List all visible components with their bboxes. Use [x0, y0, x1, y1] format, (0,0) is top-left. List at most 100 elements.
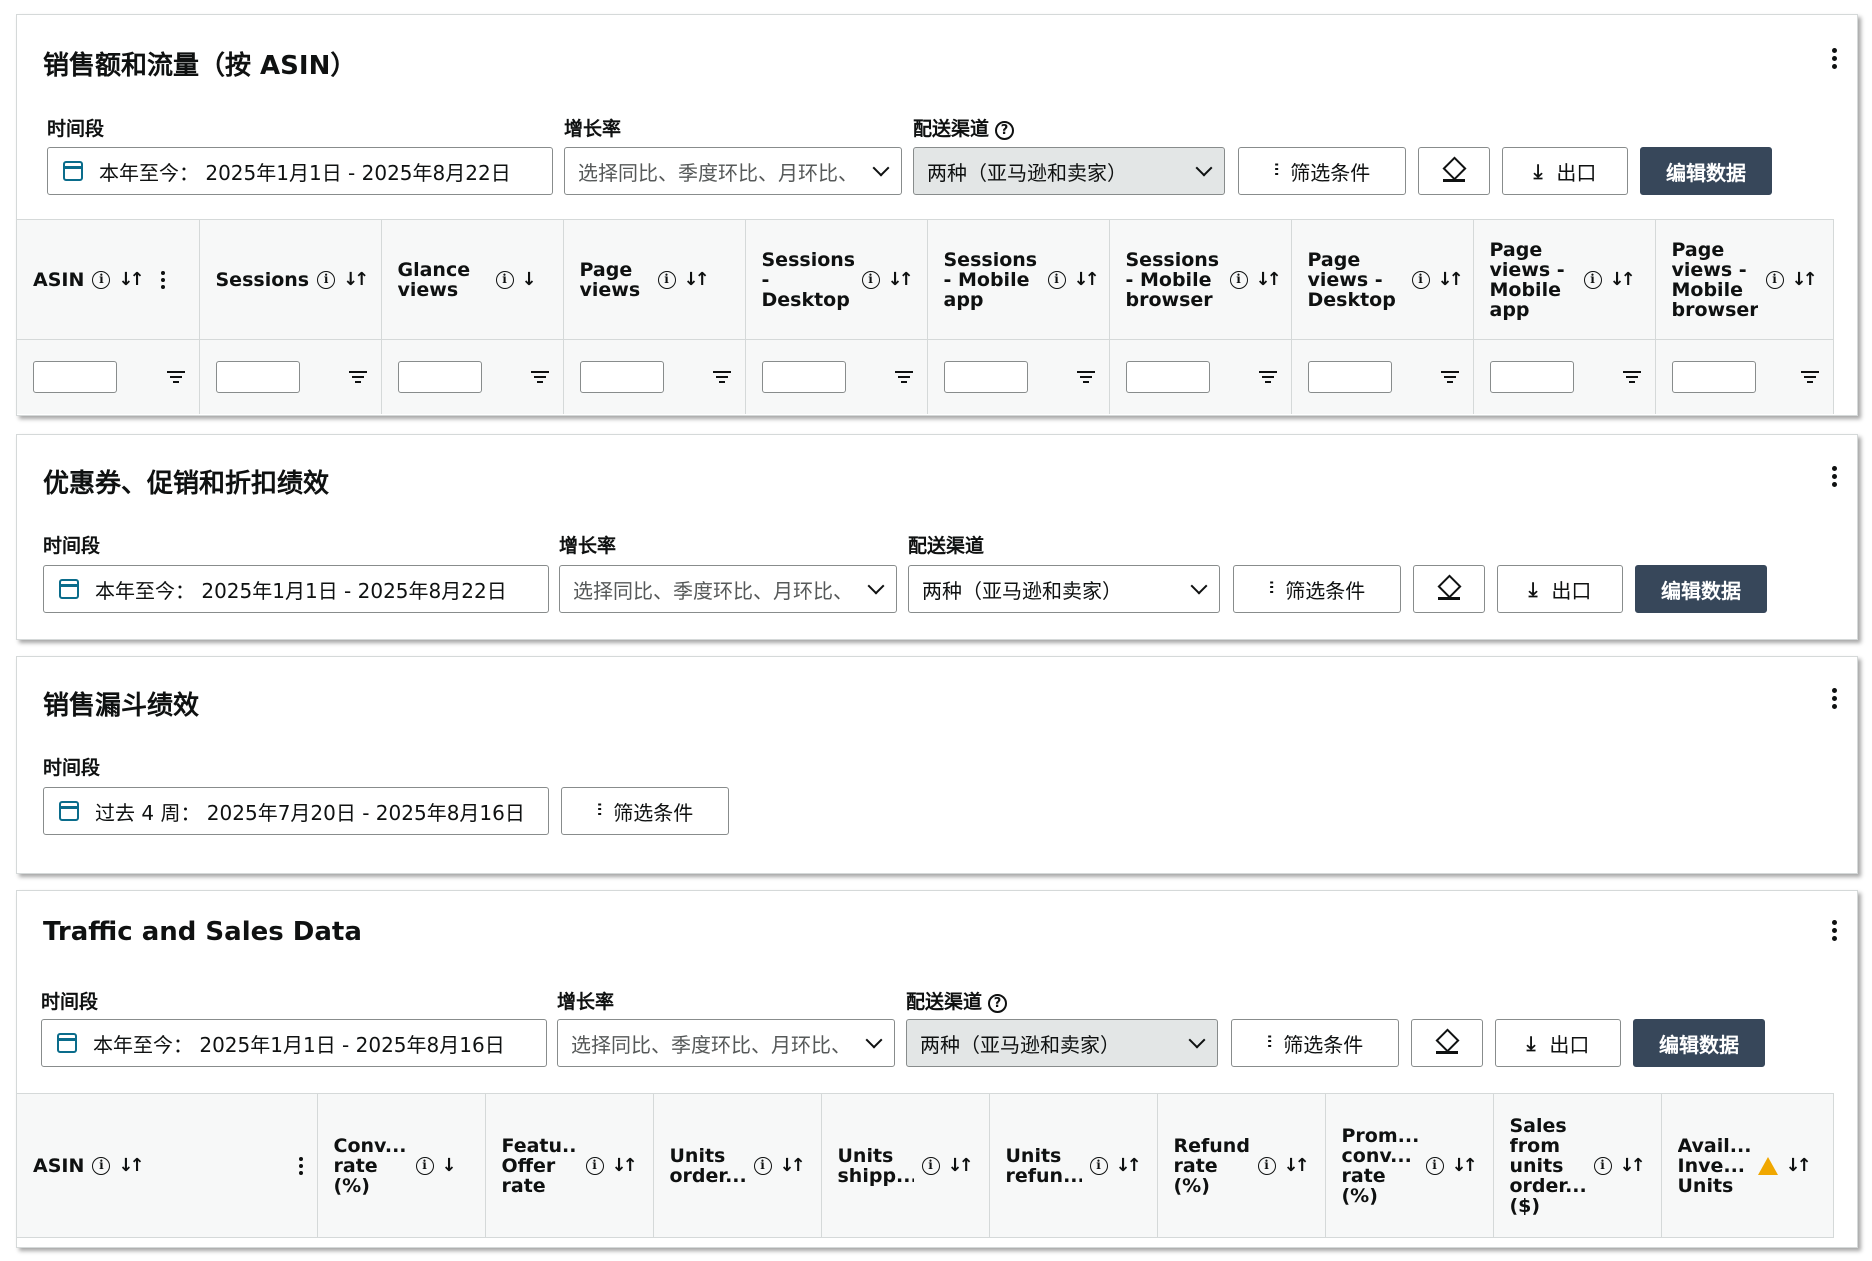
edit-data-button[interactable]: 编辑数据 — [1640, 147, 1772, 195]
column-filter-input[interactable] — [397, 360, 482, 393]
sort-icon[interactable]: ↓↑ — [1792, 269, 1818, 290]
column-filter-input[interactable] — [1307, 360, 1392, 393]
column-header-page-views[interactable]: Page views i ↓↑ — [563, 219, 746, 340]
filter-button[interactable]: ⫶⫶ 筛选条件 — [1233, 565, 1401, 613]
more-vertical-icon[interactable] — [298, 1154, 305, 1178]
funnel-icon[interactable] — [1800, 370, 1819, 383]
more-vertical-icon[interactable] — [160, 268, 167, 292]
column-header-sessions-mobile-app[interactable]: Sessions - Mobile app i ↓↑ — [927, 219, 1110, 340]
info-icon[interactable]: i — [92, 270, 111, 289]
funnel-icon[interactable] — [712, 370, 731, 383]
column-filter-input[interactable] — [1125, 360, 1210, 393]
info-icon[interactable]: i — [1411, 270, 1430, 289]
column-header-featured-offer-rate[interactable]: Featu... Offer rate i ↓↑ — [485, 1093, 654, 1238]
funnel-icon[interactable] — [1440, 370, 1459, 383]
column-header-refund-rate[interactable]: Refund rate (%) i ↓↑ — [1157, 1093, 1326, 1238]
warning-icon[interactable] — [1757, 1156, 1778, 1175]
column-header-glance-views[interactable]: Glance views i ↓ — [381, 219, 564, 340]
sort-icon[interactable]: ↓↑ — [1438, 269, 1464, 290]
info-icon[interactable]: i — [1765, 270, 1784, 289]
date-range-picker[interactable]: 本年至今： 2025年1月1日 - 2025年8月16日 — [41, 1019, 547, 1067]
sort-icon[interactable]: ↓↑ — [612, 1155, 638, 1176]
format-button[interactable] — [1413, 565, 1485, 613]
column-header-conversion-rate[interactable]: Conv... rate (%) i ↓ — [317, 1093, 486, 1238]
date-range-picker[interactable]: 过去 4 周： 2025年7月20日 - 2025年8月16日 — [43, 787, 549, 835]
column-header-units-shipped[interactable]: Units shipp... i ↓↑ — [821, 1093, 990, 1238]
sort-icon[interactable]: ↓↑ — [684, 269, 710, 290]
info-icon[interactable]: i — [657, 270, 676, 289]
column-filter-input[interactable] — [1671, 360, 1756, 393]
column-filter-input[interactable] — [33, 360, 117, 393]
filter-button[interactable]: ⫶⫶ 筛选条件 — [561, 787, 729, 835]
column-header-page-views-desktop[interactable]: Page views - Desktop i ↓↑ — [1291, 219, 1474, 340]
sort-desc-icon[interactable]: ↓ — [442, 1155, 457, 1176]
sort-icon[interactable]: ↓↑ — [948, 1155, 974, 1176]
sort-icon[interactable]: ↓↑ — [1074, 269, 1100, 290]
info-icon[interactable]: i — [92, 1156, 111, 1175]
info-icon[interactable]: i — [1257, 1156, 1276, 1175]
more-vertical-icon[interactable] — [1829, 685, 1839, 715]
column-filter-input[interactable] — [943, 360, 1028, 393]
column-header-sessions-mobile-browser[interactable]: Sessions - Mobile browser i ↓↑ — [1109, 219, 1292, 340]
column-header-asin[interactable]: ASIN i ↓↑ — [17, 1093, 318, 1238]
info-icon[interactable]: i — [585, 1156, 604, 1175]
info-icon[interactable]: i — [861, 270, 880, 289]
column-header-page-views-mobile-app[interactable]: Page views - Mobile app i ↓↑ — [1473, 219, 1656, 340]
sort-icon[interactable]: ↓↑ — [1620, 1155, 1646, 1176]
export-button[interactable]: ⤓ 出口 — [1497, 565, 1623, 613]
column-header-page-views-mobile-browser[interactable]: Page views - Mobile browser i ↓↑ — [1655, 219, 1834, 340]
column-header-units-ordered[interactable]: Units order... i ↓↑ — [653, 1093, 822, 1238]
sort-icon[interactable]: ↓↑ — [1116, 1155, 1142, 1176]
edit-data-button[interactable]: 编辑数据 — [1633, 1019, 1765, 1067]
edit-data-button[interactable]: 编辑数据 — [1635, 565, 1767, 613]
funnel-icon[interactable] — [1258, 370, 1277, 383]
growth-rate-select[interactable]: 选择同比、季度环比、月环比、 — [564, 147, 902, 195]
sort-icon[interactable]: ↓↑ — [1256, 269, 1282, 290]
sort-icon[interactable]: ↓↑ — [1452, 1155, 1478, 1176]
sort-icon[interactable]: ↓↑ — [1284, 1155, 1310, 1176]
date-range-picker[interactable]: 本年至今： 2025年1月1日 - 2025年8月22日 — [47, 147, 553, 195]
fulfillment-channel-select[interactable]: 两种（亚马逊和卖家） — [913, 147, 1225, 195]
help-icon[interactable]: ? — [995, 121, 1015, 140]
column-filter-input[interactable] — [1489, 360, 1574, 393]
fulfillment-channel-select[interactable]: 两种（亚马逊和卖家） — [906, 1019, 1218, 1067]
info-icon[interactable]: i — [1229, 270, 1248, 289]
funnel-icon[interactable] — [530, 370, 549, 383]
help-icon[interactable]: ? — [988, 994, 1008, 1013]
fulfillment-channel-select[interactable]: 两种（亚马逊和卖家） — [908, 565, 1220, 613]
column-filter-input[interactable] — [761, 360, 846, 393]
sort-icon[interactable]: ↓↑ — [780, 1155, 806, 1176]
column-header-sessions[interactable]: Sessions i ↓↑ — [199, 219, 382, 340]
funnel-icon[interactable] — [1076, 370, 1095, 383]
column-header-sales-units-ordered[interactable]: Sales from units order... ($) i ↓↑ — [1493, 1093, 1662, 1238]
info-icon[interactable]: i — [1583, 270, 1602, 289]
info-icon[interactable]: i — [1089, 1156, 1108, 1175]
funnel-icon[interactable] — [894, 370, 913, 383]
info-icon[interactable]: i — [921, 1156, 940, 1175]
info-icon[interactable]: i — [753, 1156, 772, 1175]
sort-icon[interactable]: ↓↑ — [118, 269, 144, 290]
info-icon[interactable]: i — [1425, 1156, 1444, 1175]
funnel-icon[interactable] — [348, 370, 367, 383]
sort-icon[interactable]: ↓↑ — [888, 269, 914, 290]
export-button[interactable]: ⤓ 出口 — [1502, 147, 1628, 195]
date-range-picker[interactable]: 本年至今： 2025年1月1日 - 2025年8月22日 — [43, 565, 549, 613]
more-vertical-icon[interactable] — [1829, 463, 1839, 493]
info-icon[interactable]: i — [495, 270, 514, 289]
more-vertical-icon[interactable] — [1829, 917, 1839, 947]
info-icon[interactable]: i — [415, 1156, 434, 1175]
filter-button[interactable]: ⫶⫶ 筛选条件 — [1238, 147, 1406, 195]
growth-rate-select[interactable]: 选择同比、季度环比、月环比、 — [557, 1019, 895, 1067]
column-filter-input[interactable] — [579, 360, 664, 393]
info-icon[interactable]: i — [1047, 270, 1066, 289]
sort-icon[interactable]: ↓↑ — [1786, 1155, 1812, 1176]
column-header-asin[interactable]: ASIN i ↓↑ — [17, 219, 200, 340]
sort-icon[interactable]: ↓↑ — [118, 1155, 144, 1176]
info-icon[interactable]: i — [1593, 1156, 1612, 1175]
format-button[interactable] — [1411, 1019, 1483, 1067]
info-icon[interactable]: i — [317, 270, 336, 289]
column-filter-input[interactable] — [215, 360, 300, 393]
more-vertical-icon[interactable] — [1829, 45, 1839, 75]
filter-button[interactable]: ⫶⫶ 筛选条件 — [1231, 1019, 1399, 1067]
column-header-promo-conversion-rate[interactable]: Prom... conv... rate (%) i ↓↑ — [1325, 1093, 1494, 1238]
